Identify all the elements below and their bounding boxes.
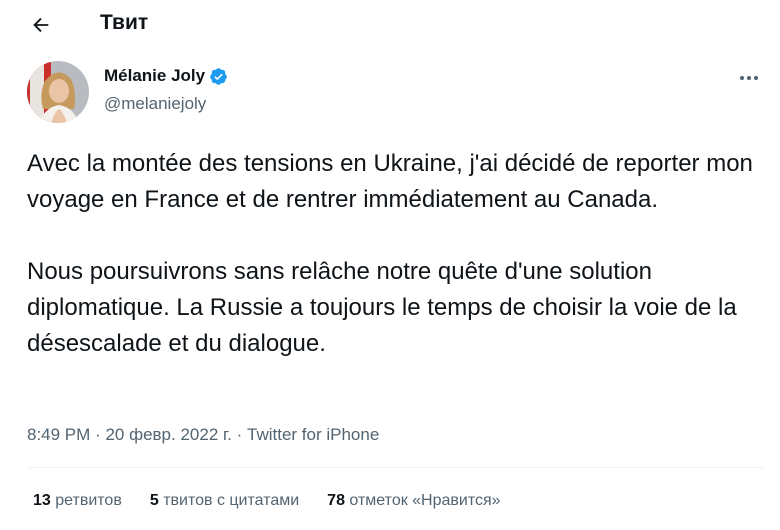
tweet-meta: 8:49 PM · 20 февр. 2022 г. · Twitter for… [27, 425, 379, 445]
more-options-button[interactable] [734, 66, 764, 90]
tweet-text: Avec la montée des tensions en Ukraine, … [27, 146, 767, 362]
author-handle[interactable]: @melaniejoly [104, 94, 206, 114]
likes-stat[interactable]: 78 отметок «Нравится» [327, 492, 500, 510]
tweet-time[interactable]: 8:49 PM [27, 425, 90, 444]
verified-badge-icon [210, 67, 227, 85]
avatar[interactable] [27, 61, 89, 123]
tweet-paragraph: Nous poursuivrons sans relâche notre quê… [27, 258, 737, 357]
tweet-stats: 13 ретвитов 5 твитов с цитатами 78 отмет… [33, 492, 501, 510]
quotes-label: твитов с цитатами [163, 492, 300, 509]
tweet-source[interactable]: Twitter for iPhone [247, 425, 379, 444]
likes-label: отметок «Нравится» [349, 492, 501, 509]
more-horizontal-icon [740, 76, 758, 80]
quotes-stat[interactable]: 5 твитов с цитатами [150, 492, 299, 510]
quotes-count: 5 [149, 492, 159, 509]
likes-count: 78 [327, 492, 345, 509]
tweet-page: Твит Mélanie Joly @melaniejoly Avec la m… [0, 0, 780, 530]
author-name-link[interactable]: Mélanie Joly [104, 66, 228, 86]
avatar-image [27, 61, 89, 123]
retweets-count: 13 [33, 492, 51, 509]
author-name: Mélanie Joly [104, 66, 206, 85]
back-button[interactable] [26, 10, 56, 40]
page-title: Твит [100, 11, 149, 34]
tweet-date[interactable]: 20 февр. 2022 г. [105, 425, 231, 444]
meta-separator: · [236, 425, 243, 444]
tweet-paragraph: Avec la montée des tensions en Ukraine, … [27, 150, 753, 213]
page-header: Твит [0, 0, 780, 50]
retweets-label: ретвитов [55, 492, 122, 509]
retweets-stat[interactable]: 13 ретвитов [33, 492, 122, 510]
divider [27, 467, 764, 468]
back-arrow-icon [33, 17, 49, 33]
meta-separator: · [95, 425, 101, 444]
